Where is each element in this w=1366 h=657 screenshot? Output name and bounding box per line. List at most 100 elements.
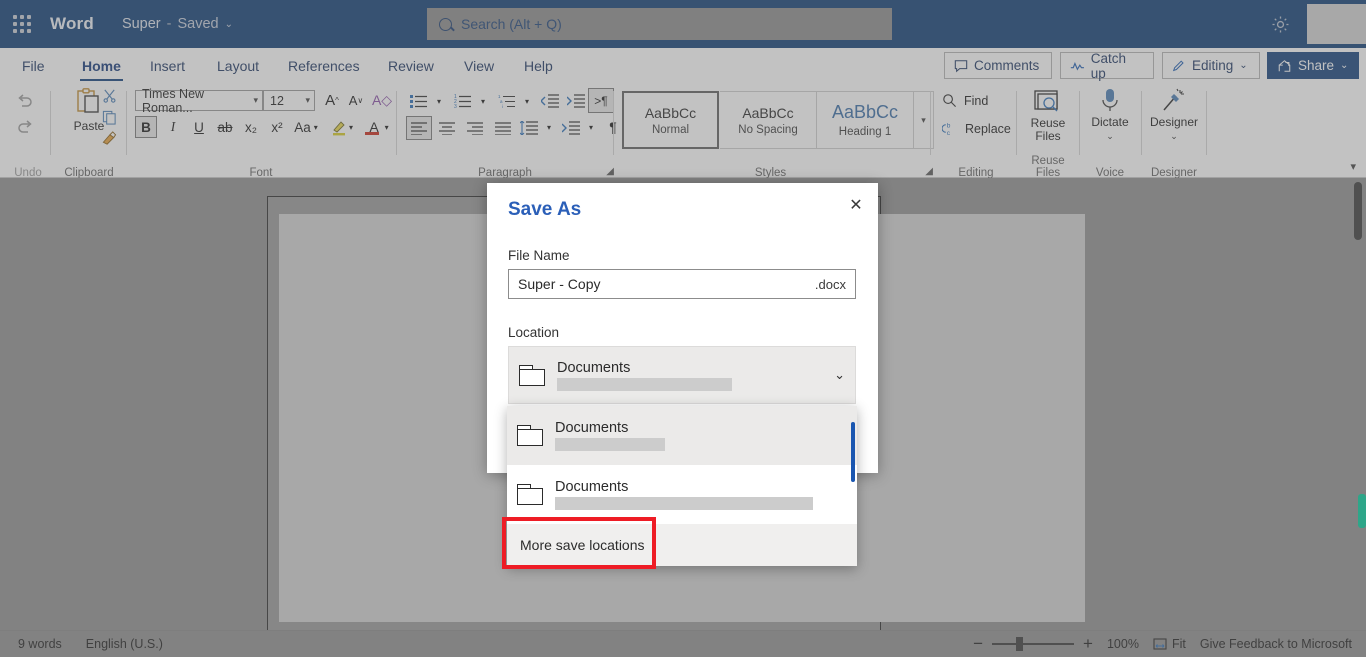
divider bbox=[930, 91, 931, 155]
designer-button[interactable]: Designer ⌄ bbox=[1143, 88, 1205, 142]
chevron-down-icon[interactable]: ▾ bbox=[432, 90, 446, 112]
align-right-icon[interactable] bbox=[462, 116, 488, 140]
dialog-launcher-icon[interactable]: ◢ bbox=[925, 166, 933, 177]
chevron-down-icon[interactable]: ▾ bbox=[385, 123, 389, 132]
style-normal[interactable]: AaBbCc Normal bbox=[622, 91, 719, 149]
chevron-down-icon[interactable]: ▾ bbox=[584, 116, 598, 138]
divider bbox=[613, 91, 614, 155]
zoom-track[interactable] bbox=[992, 637, 1075, 651]
gear-icon[interactable] bbox=[1268, 12, 1292, 36]
document-title-area[interactable]: Super - Saved ⌄ bbox=[122, 16, 233, 32]
align-left-icon[interactable] bbox=[406, 116, 432, 140]
change-case-button[interactable]: Aa ▾ bbox=[290, 116, 322, 138]
chevron-down-icon[interactable]: ⌄ bbox=[1239, 60, 1247, 71]
justify-icon[interactable] bbox=[490, 116, 516, 140]
language-label[interactable]: English (U.S.) bbox=[86, 637, 163, 651]
chevron-down-icon[interactable]: ▾ bbox=[476, 90, 490, 112]
tab-file[interactable]: File bbox=[20, 48, 47, 83]
redo-arrow-icon[interactable] bbox=[10, 115, 40, 141]
search-input[interactable]: Search (Alt + Q) bbox=[427, 8, 892, 40]
italic-button[interactable]: I bbox=[162, 116, 184, 138]
font-size-select[interactable]: 12 ▾ bbox=[263, 90, 315, 111]
tab-layout[interactable]: Layout bbox=[215, 48, 261, 83]
zoom-knob[interactable] bbox=[1016, 637, 1024, 651]
increase-font-size-icon[interactable]: A ^ bbox=[320, 89, 344, 112]
dropdown-scrollbar-thumb[interactable] bbox=[851, 422, 855, 482]
search-placeholder: Search (Alt + Q) bbox=[461, 16, 562, 32]
app-launcher-icon[interactable] bbox=[0, 15, 44, 33]
close-icon[interactable]: ✕ bbox=[842, 191, 870, 219]
file-name-input[interactable]: Super - Copy .docx bbox=[508, 269, 856, 299]
strikethrough-button[interactable]: ab bbox=[214, 116, 236, 138]
font-family-select[interactable]: Times New Roman... ▾ bbox=[135, 87, 263, 115]
tab-references[interactable]: References bbox=[286, 48, 362, 83]
decrease-indent-icon[interactable] bbox=[538, 90, 562, 112]
dropdown-item-documents-1[interactable]: Documents bbox=[507, 406, 857, 465]
folder-icon bbox=[519, 364, 545, 386]
feedback-link[interactable]: Give Feedback to Microsoft bbox=[1200, 637, 1352, 651]
avatar[interactable] bbox=[1307, 4, 1366, 44]
tab-help[interactable]: Help bbox=[522, 48, 555, 83]
share-button[interactable]: Share ⌄ bbox=[1267, 52, 1359, 79]
copy-icon[interactable] bbox=[98, 107, 120, 128]
comments-button[interactable]: Comments bbox=[944, 52, 1052, 79]
chevron-down-icon[interactable]: ▾ bbox=[542, 116, 556, 138]
location-select[interactable]: Documents ⌄ bbox=[508, 346, 856, 404]
scissors-icon[interactable] bbox=[98, 85, 120, 106]
subscript-button[interactable]: x₂ bbox=[240, 116, 262, 138]
zoom-level[interactable]: 100% bbox=[1107, 637, 1139, 651]
line-spacing-icon[interactable] bbox=[516, 116, 542, 140]
style-no-spacing[interactable]: AaBbCc No Spacing bbox=[720, 91, 817, 149]
numbered-list-icon[interactable]: 123 bbox=[450, 90, 476, 112]
style-heading-1[interactable]: AaBbCc Heading 1 bbox=[817, 91, 914, 149]
format-painter-icon[interactable] bbox=[98, 128, 120, 149]
chevron-down-icon[interactable]: ▾ bbox=[314, 123, 318, 132]
chevron-down-icon[interactable]: ▾ bbox=[520, 90, 534, 112]
underline-button[interactable]: U bbox=[188, 116, 210, 138]
tab-view[interactable]: View bbox=[462, 48, 496, 83]
tab-review[interactable]: Review bbox=[386, 48, 436, 83]
font-color-icon[interactable]: A ▾ bbox=[362, 116, 396, 138]
find-button[interactable]: Find bbox=[942, 93, 988, 108]
status-bar: 9 words English (U.S.) − + 100% Fit Give… bbox=[0, 630, 1366, 657]
clear-formatting-icon[interactable]: A◇ bbox=[370, 89, 394, 112]
plus-icon[interactable]: + bbox=[1083, 634, 1093, 654]
dictate-button[interactable]: Dictate ⌄ bbox=[1079, 88, 1141, 142]
undo-arrow-icon[interactable] bbox=[10, 89, 40, 115]
dropdown-item-documents-2[interactable]: Documents bbox=[507, 465, 857, 524]
vertical-scrollbar[interactable] bbox=[1350, 178, 1366, 630]
more-save-locations-button[interactable]: More save locations bbox=[507, 524, 857, 566]
styles-more-icon[interactable]: ▾ bbox=[914, 91, 934, 149]
dialog-launcher-icon[interactable]: ◢ bbox=[606, 166, 614, 177]
chevron-down-icon[interactable]: ▾ bbox=[1350, 160, 1356, 173]
increase-indent-icon[interactable] bbox=[564, 90, 588, 112]
chevron-down-icon[interactable]: ⌄ bbox=[1170, 131, 1178, 142]
catch-up-button[interactable]: Catch up bbox=[1060, 51, 1154, 81]
chevron-down-icon[interactable]: ⌄ bbox=[1106, 131, 1114, 142]
replace-button[interactable]: bc Replace bbox=[942, 121, 1011, 136]
bulleted-list-icon[interactable] bbox=[406, 90, 432, 112]
chevron-down-icon[interactable]: ▾ bbox=[349, 123, 353, 132]
fit-page-button[interactable]: Fit bbox=[1153, 637, 1186, 651]
bold-button[interactable]: B bbox=[135, 116, 157, 138]
chevron-down-icon[interactable]: ⌄ bbox=[225, 19, 233, 30]
scrollbar-thumb[interactable] bbox=[1354, 182, 1362, 240]
multilevel-list-icon[interactable]: 1ai bbox=[494, 90, 520, 112]
chevron-down-icon[interactable]: ⌄ bbox=[1340, 60, 1348, 71]
zoom-slider[interactable]: − + bbox=[973, 634, 1093, 654]
chevron-down-icon[interactable]: ▾ bbox=[305, 95, 310, 106]
tab-home[interactable]: Home bbox=[80, 48, 123, 83]
left-to-right-icon[interactable]: >¶ bbox=[588, 88, 614, 113]
text-highlight-icon[interactable]: ▾ bbox=[326, 116, 358, 138]
reuse-files-button[interactable]: Reuse Files bbox=[1017, 89, 1079, 143]
minus-icon[interactable]: − bbox=[973, 634, 983, 654]
tab-insert[interactable]: Insert bbox=[148, 48, 187, 83]
chevron-down-icon[interactable]: ▾ bbox=[253, 95, 258, 106]
word-count[interactable]: 9 words bbox=[18, 637, 62, 651]
superscript-button[interactable]: x² bbox=[266, 116, 288, 138]
editing-mode-button[interactable]: Editing ⌄ bbox=[1162, 52, 1260, 79]
chevron-down-icon[interactable]: ⌄ bbox=[834, 367, 845, 383]
decrease-font-size-icon[interactable]: A ∨ bbox=[344, 89, 368, 112]
align-center-icon[interactable] bbox=[434, 116, 460, 140]
paragraph-shading-icon[interactable] bbox=[558, 116, 584, 140]
